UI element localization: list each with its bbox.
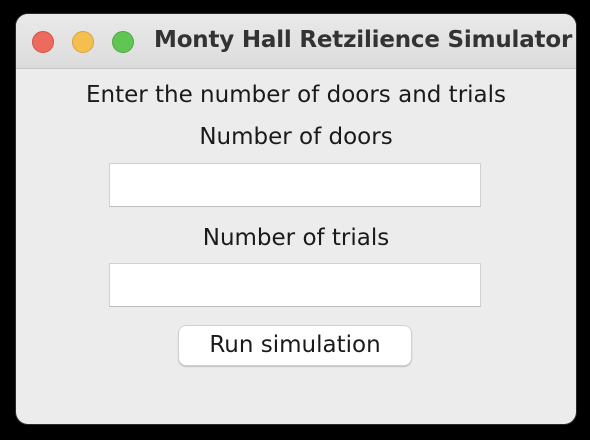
window-title: Monty Hall Retzilience Simulator (154, 27, 573, 53)
trials-label: Number of trials (202, 225, 390, 251)
run-simulation-button[interactable]: Run simulation (178, 325, 412, 366)
minimize-button[interactable] (72, 31, 94, 53)
app-window: Monty Hall Retzilience Simulator Enter t… (16, 14, 576, 424)
instructions-text: Enter the number of doors and trials (85, 82, 507, 108)
title-bar[interactable]: Monty Hall Retzilience Simulator (16, 14, 576, 69)
close-button[interactable] (32, 31, 54, 53)
doors-label: Number of doors (199, 124, 393, 150)
doors-input[interactable] (109, 163, 481, 207)
trials-input[interactable] (109, 263, 481, 307)
zoom-button[interactable] (112, 31, 134, 53)
